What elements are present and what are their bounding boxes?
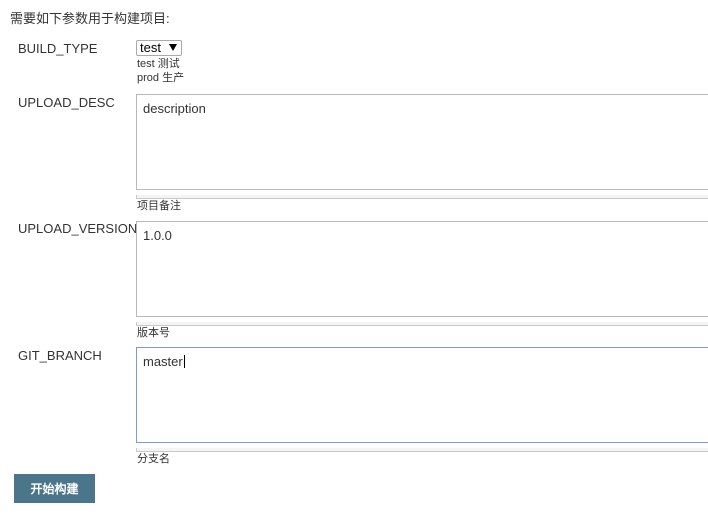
git-branch-textarea[interactable]: master	[136, 347, 708, 443]
build-type-help-line2: prod 生产	[137, 72, 185, 84]
param-name-build-type: BUILD_TYPE	[18, 41, 98, 56]
build-type-selected-value: test	[140, 40, 161, 55]
upload-desc-help: 项目备注	[137, 200, 181, 212]
upload-desc-resize-handle[interactable]	[136, 195, 708, 199]
build-type-select[interactable]: test	[136, 40, 182, 56]
git-branch-value: master	[143, 354, 183, 369]
start-build-button[interactable]: 开始构建	[14, 474, 95, 503]
param-name-git-branch: GIT_BRANCH	[18, 348, 102, 363]
upload-version-help: 版本号	[137, 327, 170, 339]
upload-version-value: 1.0.0	[143, 228, 172, 243]
upload-desc-value: description	[143, 101, 206, 116]
upload-version-textarea[interactable]: 1.0.0	[136, 221, 708, 317]
build-type-help-line1: test 测试	[137, 58, 180, 70]
git-branch-resize-handle[interactable]	[136, 448, 708, 452]
param-name-upload-version: UPLOAD_VERSION	[18, 221, 138, 236]
upload-desc-textarea[interactable]: description	[136, 94, 708, 190]
chevron-down-icon	[169, 44, 177, 51]
git-branch-help: 分支名	[137, 453, 170, 465]
text-cursor	[183, 355, 185, 368]
upload-version-resize-handle[interactable]	[136, 322, 708, 326]
param-name-upload-desc: UPLOAD_DESC	[18, 95, 115, 110]
intro-text: 需要如下参数用于构建项目:	[10, 11, 170, 26]
